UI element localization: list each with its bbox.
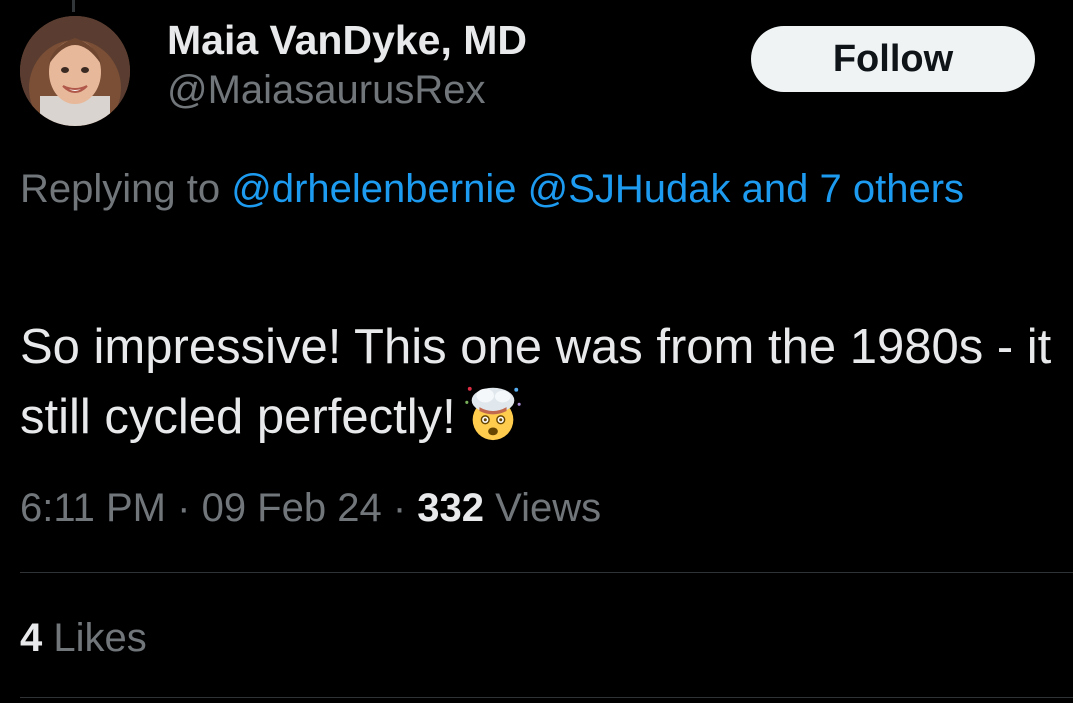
views-label: Views <box>495 486 602 530</box>
views-count: 332 <box>417 486 485 530</box>
divider <box>20 697 1073 698</box>
likes-count: 4 <box>20 616 43 660</box>
avatar[interactable] <box>20 16 130 126</box>
tweet-time[interactable]: 6:11 PM <box>20 486 166 530</box>
follow-button[interactable]: Follow <box>751 26 1035 92</box>
author-display-name[interactable]: Maia VanDyke, MD <box>167 16 527 64</box>
replying-to: Replying to @drhelenbernie @SJHudak and … <box>20 158 1060 221</box>
mention-link[interactable]: @drhelenbernie <box>231 167 516 211</box>
replying-to-label: Replying to <box>20 167 221 211</box>
likes-link[interactable]: 4 Likes <box>20 612 147 664</box>
meta-separator: · <box>392 486 407 530</box>
mention-link[interactable]: @SJHudak <box>528 167 731 211</box>
tweet-meta: 6:11 PM · 09 Feb 24 · 332 Views <box>20 482 601 534</box>
thread-connector-line <box>72 0 75 12</box>
tweet-text: So impressive! This one was from the 198… <box>20 320 1052 444</box>
author-info: Maia VanDyke, MD @MaiasaurusRex <box>167 16 527 116</box>
tweet-date[interactable]: 09 Feb 24 <box>202 486 382 530</box>
divider <box>20 572 1073 573</box>
tweet-body: So impressive! This one was from the 198… <box>20 313 1060 451</box>
likes-label: Likes <box>53 616 147 660</box>
meta-separator: · <box>177 486 191 530</box>
avatar-image <box>20 16 130 126</box>
author-handle[interactable]: @MaiasaurusRex <box>167 64 527 116</box>
tweet-header: Maia VanDyke, MD @MaiasaurusRex Follow <box>20 16 1050 131</box>
exploding-head-icon <box>464 386 521 441</box>
others-link[interactable]: and 7 others <box>742 167 964 211</box>
